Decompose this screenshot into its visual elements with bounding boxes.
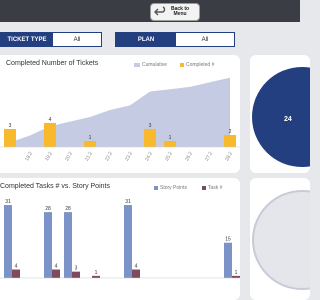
- x-tick-label: 20.2: [64, 151, 74, 163]
- back-to-menu-button[interactable]: Back to Menu: [150, 3, 200, 21]
- x-tick-label: 24.2: [144, 151, 154, 163]
- ticket-type-label: TICKET TYPE: [1, 33, 53, 46]
- task-bar: [72, 271, 80, 278]
- task-bar: [132, 269, 140, 278]
- task-bar: [92, 275, 100, 278]
- completed-tickets-card: Completed Number of Tickets Cumulative C…: [0, 55, 240, 173]
- data-label: 4: [15, 264, 18, 270]
- x-tick-label: 22.2: [104, 151, 114, 163]
- data-label: 4: [49, 117, 52, 123]
- x-tick-label: 18.2: [24, 151, 34, 163]
- data-label: 1: [169, 135, 172, 141]
- data-label: 3: [149, 123, 152, 129]
- pie-chart: 24: [252, 67, 310, 167]
- story-points-bar: [4, 205, 12, 278]
- ticket-type-value[interactable]: All: [53, 33, 101, 46]
- x-tick-label: 27.2: [204, 151, 214, 163]
- top-bar: Back to Menu: [0, 0, 300, 22]
- secondary-pie-chart: [252, 190, 310, 290]
- data-label: 31: [125, 199, 131, 205]
- completed-bar: [164, 140, 176, 147]
- plan-value[interactable]: All: [176, 33, 234, 46]
- data-label: 1: [235, 270, 238, 276]
- data-label: 1: [95, 270, 98, 276]
- data-label: 3: [75, 266, 78, 272]
- x-tick-label: 23.2: [124, 151, 134, 163]
- completed-bar: [144, 128, 156, 147]
- story-points-bar: [64, 212, 72, 278]
- data-label: 3: [9, 123, 12, 129]
- x-tick-label: 28.2: [224, 151, 234, 163]
- tasks-vs-points-chart: 3142842831314151: [0, 199, 240, 279]
- pie-slice: [252, 67, 310, 167]
- completed-bar: [44, 122, 56, 147]
- cumulative-area: [10, 77, 230, 147]
- task-bar: [52, 269, 60, 278]
- story-points-bar: [44, 212, 52, 278]
- task-bar: [232, 275, 240, 278]
- back-arrow-icon: [154, 6, 166, 16]
- story-points-bar: [224, 242, 232, 278]
- data-label: 28: [65, 206, 71, 212]
- data-label: 4: [55, 264, 58, 270]
- pie-inner: [254, 192, 310, 288]
- plan-filter[interactable]: PLAN All: [115, 32, 235, 47]
- pie-card: 24: [250, 55, 310, 173]
- ticket-type-filter[interactable]: TICKET TYPE All: [0, 32, 102, 47]
- data-label: 2: [229, 129, 232, 135]
- tasks-vs-points-card: Completed Tasks # vs. Story Points Story…: [0, 178, 240, 300]
- back-button-label: Back to Menu: [171, 6, 190, 17]
- secondary-pie-card: [250, 178, 310, 300]
- x-tick-label: 19.2: [44, 151, 54, 163]
- completed-bar: [4, 128, 16, 147]
- data-label: 15: [225, 237, 231, 243]
- pie-value-label: 24: [284, 116, 292, 123]
- completed-bar: [224, 134, 236, 147]
- data-label: 4: [135, 264, 138, 270]
- x-tick-label: 21.2: [84, 151, 94, 163]
- completed-bar: [84, 140, 96, 147]
- data-label: 31: [5, 199, 11, 205]
- data-label: 1: [89, 135, 92, 141]
- x-tick-label: 25.2: [164, 151, 174, 163]
- x-tick-label: 26.2: [184, 151, 194, 163]
- data-label: 28: [45, 206, 51, 212]
- completed-tickets-chart: 3 18.2 4 19.2 20.2 1 21.2 22.2 23.2 3 24.2 1 25.2 26.…: [0, 77, 240, 163]
- task-bar: [12, 269, 20, 278]
- plan-label: PLAN: [116, 33, 176, 46]
- story-points-bar: [124, 205, 132, 278]
